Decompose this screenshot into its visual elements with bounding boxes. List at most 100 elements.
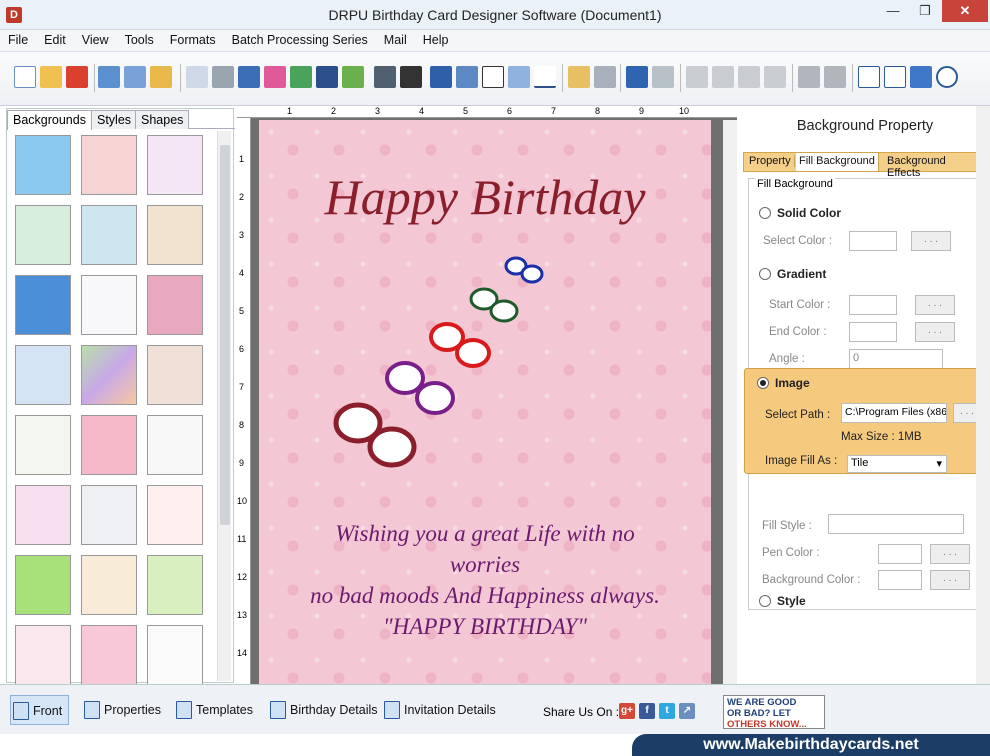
- menu-view[interactable]: View: [74, 30, 117, 47]
- menu-help[interactable]: Help: [415, 30, 457, 47]
- scroll-thumb[interactable]: [220, 145, 230, 525]
- google-plus-icon[interactable]: g+: [619, 703, 635, 719]
- undo-icon[interactable]: [626, 66, 648, 88]
- thumbnail[interactable]: [81, 135, 137, 195]
- thumbnail[interactable]: [81, 345, 137, 405]
- menu-tools[interactable]: Tools: [117, 30, 162, 47]
- thumbnail[interactable]: [147, 345, 203, 405]
- tab-fill-background[interactable]: Fill Background: [796, 153, 879, 171]
- birthday-card[interactable]: Happy Birthday Wishing you a great Life …: [259, 120, 711, 684]
- barcode-icon[interactable]: [374, 66, 396, 88]
- thumbnail[interactable]: [15, 275, 71, 335]
- tab-styles[interactable]: Styles: [91, 110, 138, 129]
- thumbnail[interactable]: [81, 205, 137, 265]
- thumbnail[interactable]: [81, 275, 137, 335]
- barcode2-icon[interactable]: [400, 66, 422, 88]
- zoom-icon[interactable]: [936, 66, 958, 88]
- menu-batch-processing[interactable]: Batch Processing Series: [224, 30, 376, 47]
- signature-icon[interactable]: [482, 66, 504, 88]
- select-color-field[interactable]: [849, 231, 897, 251]
- thumbnail[interactable]: [147, 485, 203, 545]
- grid-icon[interactable]: [858, 66, 880, 88]
- thumbnail[interactable]: [147, 275, 203, 335]
- thumbnail[interactable]: [147, 205, 203, 265]
- mail-icon[interactable]: [508, 66, 530, 88]
- fill-style-select[interactable]: [828, 514, 964, 534]
- properties-icon[interactable]: [186, 66, 208, 88]
- pen-color-button[interactable]: . . .: [930, 544, 970, 564]
- database-icon[interactable]: [568, 66, 590, 88]
- solid-color-radio[interactable]: [759, 207, 771, 219]
- copy-icon[interactable]: [712, 66, 734, 88]
- thumbnail[interactable]: [81, 485, 137, 545]
- gift-icon[interactable]: [264, 66, 286, 88]
- website-footer[interactable]: www.Makebirthdaycards.net: [632, 734, 990, 756]
- facebook-icon[interactable]: f: [639, 703, 655, 719]
- card-wish-text[interactable]: Wishing you a great Life with no worries…: [259, 518, 711, 642]
- angle-stepper[interactable]: 0: [849, 349, 943, 369]
- close-doc-icon[interactable]: [66, 66, 88, 88]
- open-icon[interactable]: [40, 66, 62, 88]
- tab-property[interactable]: Property: [746, 155, 795, 167]
- print-preview-icon[interactable]: [238, 66, 260, 88]
- invitation-details-button[interactable]: Invitation Details: [382, 695, 496, 725]
- canvas-scrollbar[interactable]: [723, 120, 737, 684]
- fit-window-icon[interactable]: [910, 66, 932, 88]
- minimize-button[interactable]: —: [878, 0, 908, 22]
- close-button[interactable]: ✕: [942, 0, 988, 22]
- tab-shapes[interactable]: Shapes: [135, 110, 190, 129]
- database2-icon[interactable]: [594, 66, 616, 88]
- thumbnail[interactable]: [15, 345, 71, 405]
- save-icon[interactable]: [98, 66, 120, 88]
- background-color-field[interactable]: [878, 570, 922, 590]
- select-color-button[interactable]: . . .: [911, 231, 951, 251]
- menu-edit[interactable]: Edit: [36, 30, 74, 47]
- thumbnail[interactable]: [15, 135, 71, 195]
- right-scrollbar[interactable]: [976, 106, 990, 684]
- restore-button[interactable]: ❐: [910, 0, 940, 22]
- thumbnail[interactable]: [15, 485, 71, 545]
- cut-icon[interactable]: [686, 66, 708, 88]
- gradient-radio[interactable]: [759, 268, 771, 280]
- thumbnail[interactable]: [15, 555, 71, 615]
- select-path-field[interactable]: C:\Program Files (x86: [841, 403, 947, 423]
- menu-file[interactable]: File: [0, 30, 36, 47]
- tab-background-effects[interactable]: Background Effects: [884, 155, 980, 179]
- thumbnail[interactable]: [81, 555, 137, 615]
- word-art-icon[interactable]: [456, 66, 478, 88]
- image-icon[interactable]: [290, 66, 312, 88]
- image-radio[interactable]: [757, 377, 769, 389]
- start-color-button[interactable]: . . .: [915, 295, 955, 315]
- thumbnail[interactable]: [15, 205, 71, 265]
- style-radio[interactable]: [759, 595, 771, 607]
- twitter-icon[interactable]: t: [659, 703, 675, 719]
- new-icon[interactable]: [14, 66, 36, 88]
- picture-icon[interactable]: [342, 66, 364, 88]
- left-scrollbar[interactable]: [217, 131, 231, 681]
- text-icon[interactable]: [430, 66, 452, 88]
- background-color-button[interactable]: . . .: [930, 570, 970, 590]
- thumbnail[interactable]: [81, 625, 137, 685]
- card-heading[interactable]: Happy Birthday: [259, 168, 711, 226]
- tab-backgrounds[interactable]: Backgrounds: [7, 110, 92, 130]
- templates-button[interactable]: Templates: [174, 695, 253, 725]
- bring-front-icon[interactable]: [798, 66, 820, 88]
- actual-size-icon[interactable]: [884, 66, 906, 88]
- export-icon[interactable]: [150, 66, 172, 88]
- start-color-field[interactable]: [849, 295, 897, 315]
- feedback-banner[interactable]: WE ARE GOOD OR BAD? LET OTHERS KNOW...: [723, 695, 825, 730]
- save-as-icon[interactable]: [124, 66, 146, 88]
- thumbnail[interactable]: [81, 415, 137, 475]
- front-button[interactable]: Front: [10, 695, 70, 725]
- thumbnail[interactable]: [147, 555, 203, 615]
- birthday-details-button[interactable]: Birthday Details: [268, 695, 378, 725]
- menu-formats[interactable]: Formats: [162, 30, 224, 47]
- thumbnail[interactable]: [15, 625, 71, 685]
- print-icon[interactable]: [212, 66, 234, 88]
- properties-button[interactable]: Properties: [82, 695, 161, 725]
- thumbnail[interactable]: [15, 415, 71, 475]
- end-color-field[interactable]: [849, 322, 897, 342]
- paste-icon[interactable]: [738, 66, 760, 88]
- menu-mail[interactable]: Mail: [376, 30, 415, 47]
- thumbnail[interactable]: [147, 415, 203, 475]
